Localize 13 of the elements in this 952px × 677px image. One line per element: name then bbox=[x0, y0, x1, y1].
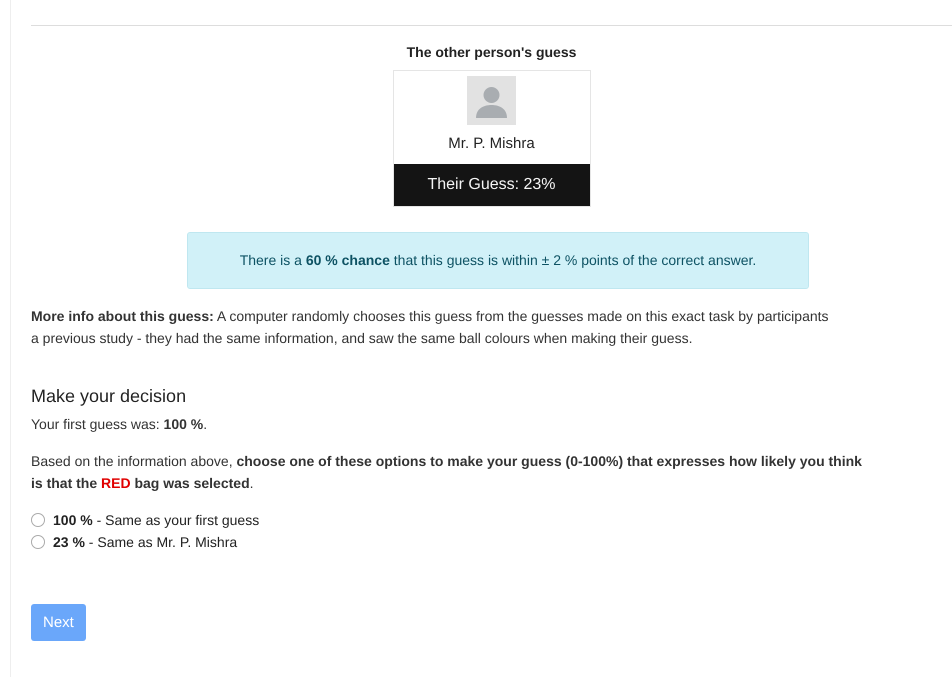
section-heading: Make your decision bbox=[31, 386, 188, 407]
card-heading: The other person's guess bbox=[406, 44, 576, 60]
info-paragraph: More info about this guess: A computer randomly chooses this guess from the guesses made on this exact task by participants a previous study - they had the same information, and saw the same ball colours when making their guess. bbox=[31, 307, 830, 348]
first-guess-text: Your first guess was: 100 %. bbox=[31, 415, 208, 434]
guess-bar: Their Guess: 23% bbox=[394, 164, 590, 206]
avatar-icon bbox=[467, 76, 516, 125]
info-alert: There is a 60 % chance that this guess is within ± 2 % points of the correct answer. bbox=[187, 232, 809, 289]
prompt-paragraph: Based on the information above, choose one of these options to make your guess (0-100%) that expresses how likely you think is that the RED bag was selected. bbox=[31, 452, 863, 493]
option-label[interactable]: 23 % - Same as Mr. P. Mishra bbox=[53, 534, 238, 550]
person-name: Mr. P. Mishra bbox=[448, 135, 535, 152]
option-label[interactable]: 100 % - Same as your first guess bbox=[53, 512, 260, 528]
radio-button[interactable] bbox=[31, 513, 45, 527]
radio-button[interactable] bbox=[31, 535, 45, 549]
